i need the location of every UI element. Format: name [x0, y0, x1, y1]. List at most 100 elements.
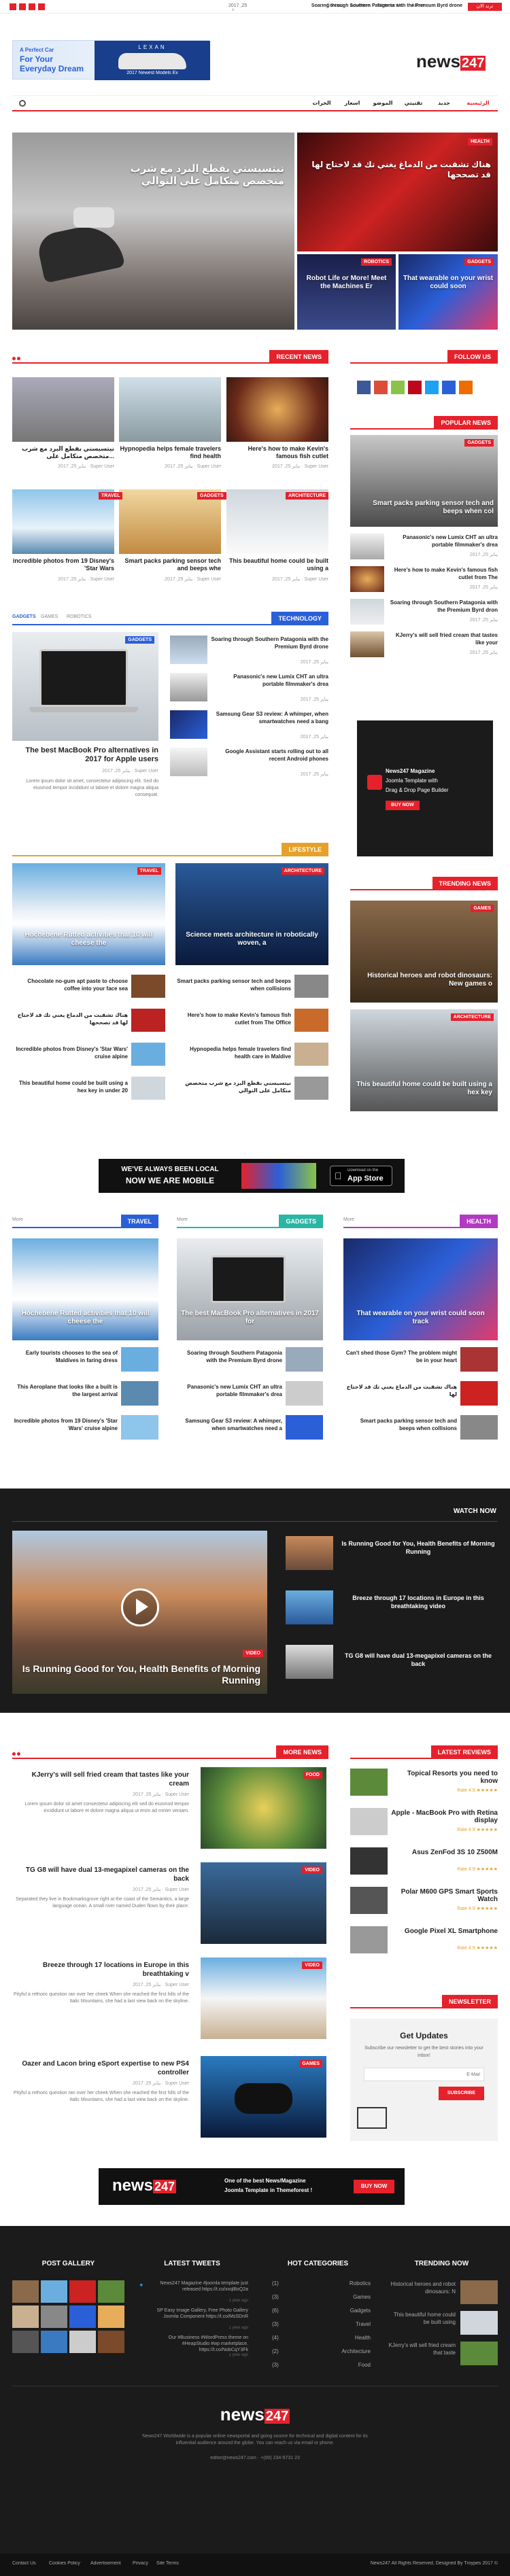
hero-main-image[interactable]: نيتسيسني بقطع البرد مع شرب متخصص متكامل …: [12, 133, 294, 330]
category-1[interactable]: Robotics: [313, 2280, 371, 2288]
review-thumb-1[interactable]: [350, 1769, 388, 1796]
lifestyle-right-title[interactable]: Science meets architecture in roboticall…: [181, 931, 323, 952]
tech-item-title-3[interactable]: Samsung Gear S3 review: A whimper, when …: [211, 710, 328, 733]
review-thumb-3[interactable]: [350, 1847, 388, 1875]
watch-thumb-3[interactable]: [286, 1645, 333, 1679]
popular-main-title[interactable]: Smart packs parking sensor tech and beep…: [354, 500, 494, 520]
gallery-thumb[interactable]: [98, 2280, 124, 2303]
linkedin-icon[interactable]: [442, 381, 456, 394]
watch-item-2[interactable]: Breeze through 17 locations in Europe in…: [340, 1594, 496, 1613]
col-health-item-2[interactable]: هناك تشقبت من الدماغ يغني تك قد لاحتاج ل…: [343, 1383, 457, 1399]
recent-title-5[interactable]: Smart packs parking sensor tech and beep…: [119, 557, 221, 574]
recent-image-1[interactable]: [12, 377, 114, 442]
gallery-thumb[interactable]: [41, 2331, 67, 2353]
col-travel-thumb-1[interactable]: [121, 1347, 158, 1372]
footer-trending-thumb-1[interactable]: [460, 2280, 498, 2304]
watch-main-tag[interactable]: VIDEO: [243, 1650, 263, 1657]
lifestyle-thumb-1[interactable]: [131, 975, 165, 998]
footer-trending-2[interactable]: This beautiful home could be built using: [388, 2311, 456, 2327]
gallery-thumb[interactable]: [69, 2280, 96, 2303]
hero-right-br-title[interactable]: That wearable on your wrist could soon: [403, 275, 494, 295]
tweet-3[interactable]: Our #Business #WordPress theme on #HeapS…: [150, 2335, 248, 2352]
side-ad-banner[interactable]: News247 Magazine Joomla Template with Dr…: [357, 720, 493, 856]
footer-link-contact[interactable]: Contact Us: [12, 2561, 53, 2569]
footer-link-cookies[interactable]: Cookies Policy: [49, 2561, 90, 2569]
pinterest-icon[interactable]: [408, 381, 422, 394]
more-news-title-3[interactable]: Breeze through 17 locations in Europe in…: [12, 1961, 189, 1980]
lifestyle-right-tag[interactable]: ARCHITECTURE: [281, 867, 324, 875]
recent-title-1[interactable]: نيتسيسني بقطع البرد مع شرب متخصص متكامل …: [12, 445, 114, 462]
recent-title-4[interactable]: incredible photos from 19 Disney's 'Star…: [12, 557, 114, 574]
lifestyle-left-title[interactable]: Hochebene Rutted activities that 10 will…: [18, 931, 160, 952]
recent-tag-4[interactable]: TRAVEL: [99, 492, 123, 500]
review-title-2[interactable]: Apple - MacBook Pro with Retina display: [391, 1809, 498, 1826]
trending-title-b[interactable]: This beautiful home could be built using…: [356, 1081, 492, 1101]
col-gadgets-thumb-3[interactable]: [286, 1415, 323, 1440]
col-gadgets-thumb-2[interactable]: [286, 1381, 323, 1406]
recent-image-3[interactable]: [226, 377, 328, 442]
popular-thumb-2[interactable]: [350, 566, 384, 592]
watch-thumb-2[interactable]: [286, 1590, 333, 1624]
banner-buy-button[interactable]: BUY NOW: [354, 2180, 394, 2193]
more-news-title-4[interactable]: Oazer and Lacon bring eSport expertise t…: [12, 2059, 189, 2078]
trending-tag-a[interactable]: GAMES: [471, 905, 494, 912]
recent-tag-5[interactable]: GADGETS: [197, 492, 226, 500]
review-title-4[interactable]: Polar M600 GPS Smart Sports Watch: [391, 1888, 498, 1904]
col-health-item-3[interactable]: Smart packs parking sensor tech and beep…: [343, 1417, 457, 1433]
recent-title-3[interactable]: Here's how to make Kevin's famous fish c…: [226, 445, 328, 462]
review-title-5[interactable]: Google Pixel XL Smartphone: [391, 1928, 498, 1944]
gallery-thumb[interactable]: [41, 2305, 67, 2328]
site-logo[interactable]: news 247: [416, 51, 498, 71]
rss-icon[interactable]: [459, 381, 473, 394]
col-gadgets-item-2[interactable]: Panasonic's new Lumix CHT an ultra porta…: [177, 1383, 282, 1399]
trending-image-a[interactable]: GAMES Historical heroes and robot dinosa…: [350, 901, 498, 1003]
hero-right-bl-image[interactable]: ROBOTICS Robot Life or More! Meet the Ma…: [297, 254, 396, 330]
tech-main-image[interactable]: GADGETS: [12, 632, 158, 741]
lifestyle-item-1[interactable]: Chocolate no-gum apt paste to choose cof…: [12, 977, 128, 994]
search-icon[interactable]: [19, 100, 26, 107]
app-store-button[interactable]: Download on the App Store : [330, 1166, 392, 1186]
col-travel-item-1[interactable]: Early tourists chooses to the sea of Mal…: [12, 1349, 118, 1365]
more-news-title-2[interactable]: TG G8 will have dual 13-megapixel camera…: [12, 1866, 189, 1885]
tech-item-title-1[interactable]: Soaring through Southern Patagonia with …: [211, 636, 328, 659]
breaking-headline[interactable]: Soaring through Southern Patagonia with …: [286, 3, 462, 11]
tweet-2[interactable]: SP Easy Image Gallery, Free Photo Galler…: [150, 2308, 248, 2325]
popular-thumb-4[interactable]: [350, 631, 384, 657]
tech-main-title[interactable]: The best MacBook Pro alternatives in 201…: [12, 746, 158, 765]
review-thumb-4[interactable]: [350, 1887, 388, 1914]
footer-trending-thumb-2[interactable]: [460, 2311, 498, 2335]
tech-main-tag[interactable]: GADGETS: [125, 636, 154, 644]
col-health-thumb-2[interactable]: [460, 1381, 498, 1406]
hero-right-br-tag[interactable]: GADGETS: [464, 258, 494, 266]
hero-right-bl-title[interactable]: Robot Life or More! Meet the Machines Er: [301, 275, 392, 295]
popular-main-image[interactable]: GADGETS Smart packs parking sensor tech …: [350, 435, 498, 527]
watch-main-title[interactable]: Is Running Good for You, Health Benefits…: [19, 1663, 260, 1688]
android-icon[interactable]: [391, 381, 405, 394]
popular-item-title-4[interactable]: KJerry's will sell fried cream that tast…: [388, 631, 498, 648]
lifestyle-left-tag[interactable]: TRAVEL: [137, 867, 161, 875]
col-gadgets-item-1[interactable]: Soaring through Southern Patagonia with …: [177, 1349, 282, 1365]
popular-main-tag[interactable]: GADGETS: [464, 439, 494, 447]
nav-item-4[interactable]: الموضو: [369, 100, 396, 108]
col-health-main-title[interactable]: That wearable on your wrist could soon t…: [347, 1310, 494, 1330]
tech-thumb-1[interactable]: [170, 636, 207, 664]
footer-trending-1[interactable]: Historical heroes and robot dinosaurs: N: [388, 2280, 456, 2297]
review-thumb-5[interactable]: [350, 1926, 388, 1953]
hero-right-top-title[interactable]: هناك تشقبت من الدماغ يغني تك قد لاحتاج ل…: [304, 160, 491, 187]
more-news-tag-2[interactable]: VIDEO: [302, 1866, 322, 1874]
nav-item-6[interactable]: الخرات: [308, 100, 335, 108]
watch-thumb-1[interactable]: [286, 1536, 333, 1570]
col-gadgets-main-title[interactable]: The best MacBook Pro alternatives in 201…: [181, 1310, 319, 1330]
nav-item-2[interactable]: جديد: [430, 100, 458, 108]
trending-tag-b[interactable]: ARCHITECTURE: [450, 1013, 494, 1021]
lifestyle-item-8[interactable]: نيتسيسني بقطع البرد مع شرب متخصص متكامل …: [175, 1079, 291, 1096]
hero-right-top-tag[interactable]: HEALTH: [468, 138, 492, 145]
recent-tag-6[interactable]: ARCHITECTURE: [286, 492, 329, 500]
col-gadgets-image[interactable]: The best MacBook Pro alternatives in 201…: [177, 1238, 323, 1340]
twitter-icon[interactable]: [425, 381, 439, 394]
category-6[interactable]: Architecture: [313, 2348, 371, 2356]
col-health-item-1[interactable]: Can't shed those Gym? The problem might …: [343, 1349, 457, 1365]
nav-item-3[interactable]: تقنيتي: [400, 100, 427, 108]
col-travel-main-title[interactable]: Hochebene Rutted activities that 10 will…: [16, 1310, 154, 1330]
gallery-thumb[interactable]: [69, 2331, 96, 2353]
